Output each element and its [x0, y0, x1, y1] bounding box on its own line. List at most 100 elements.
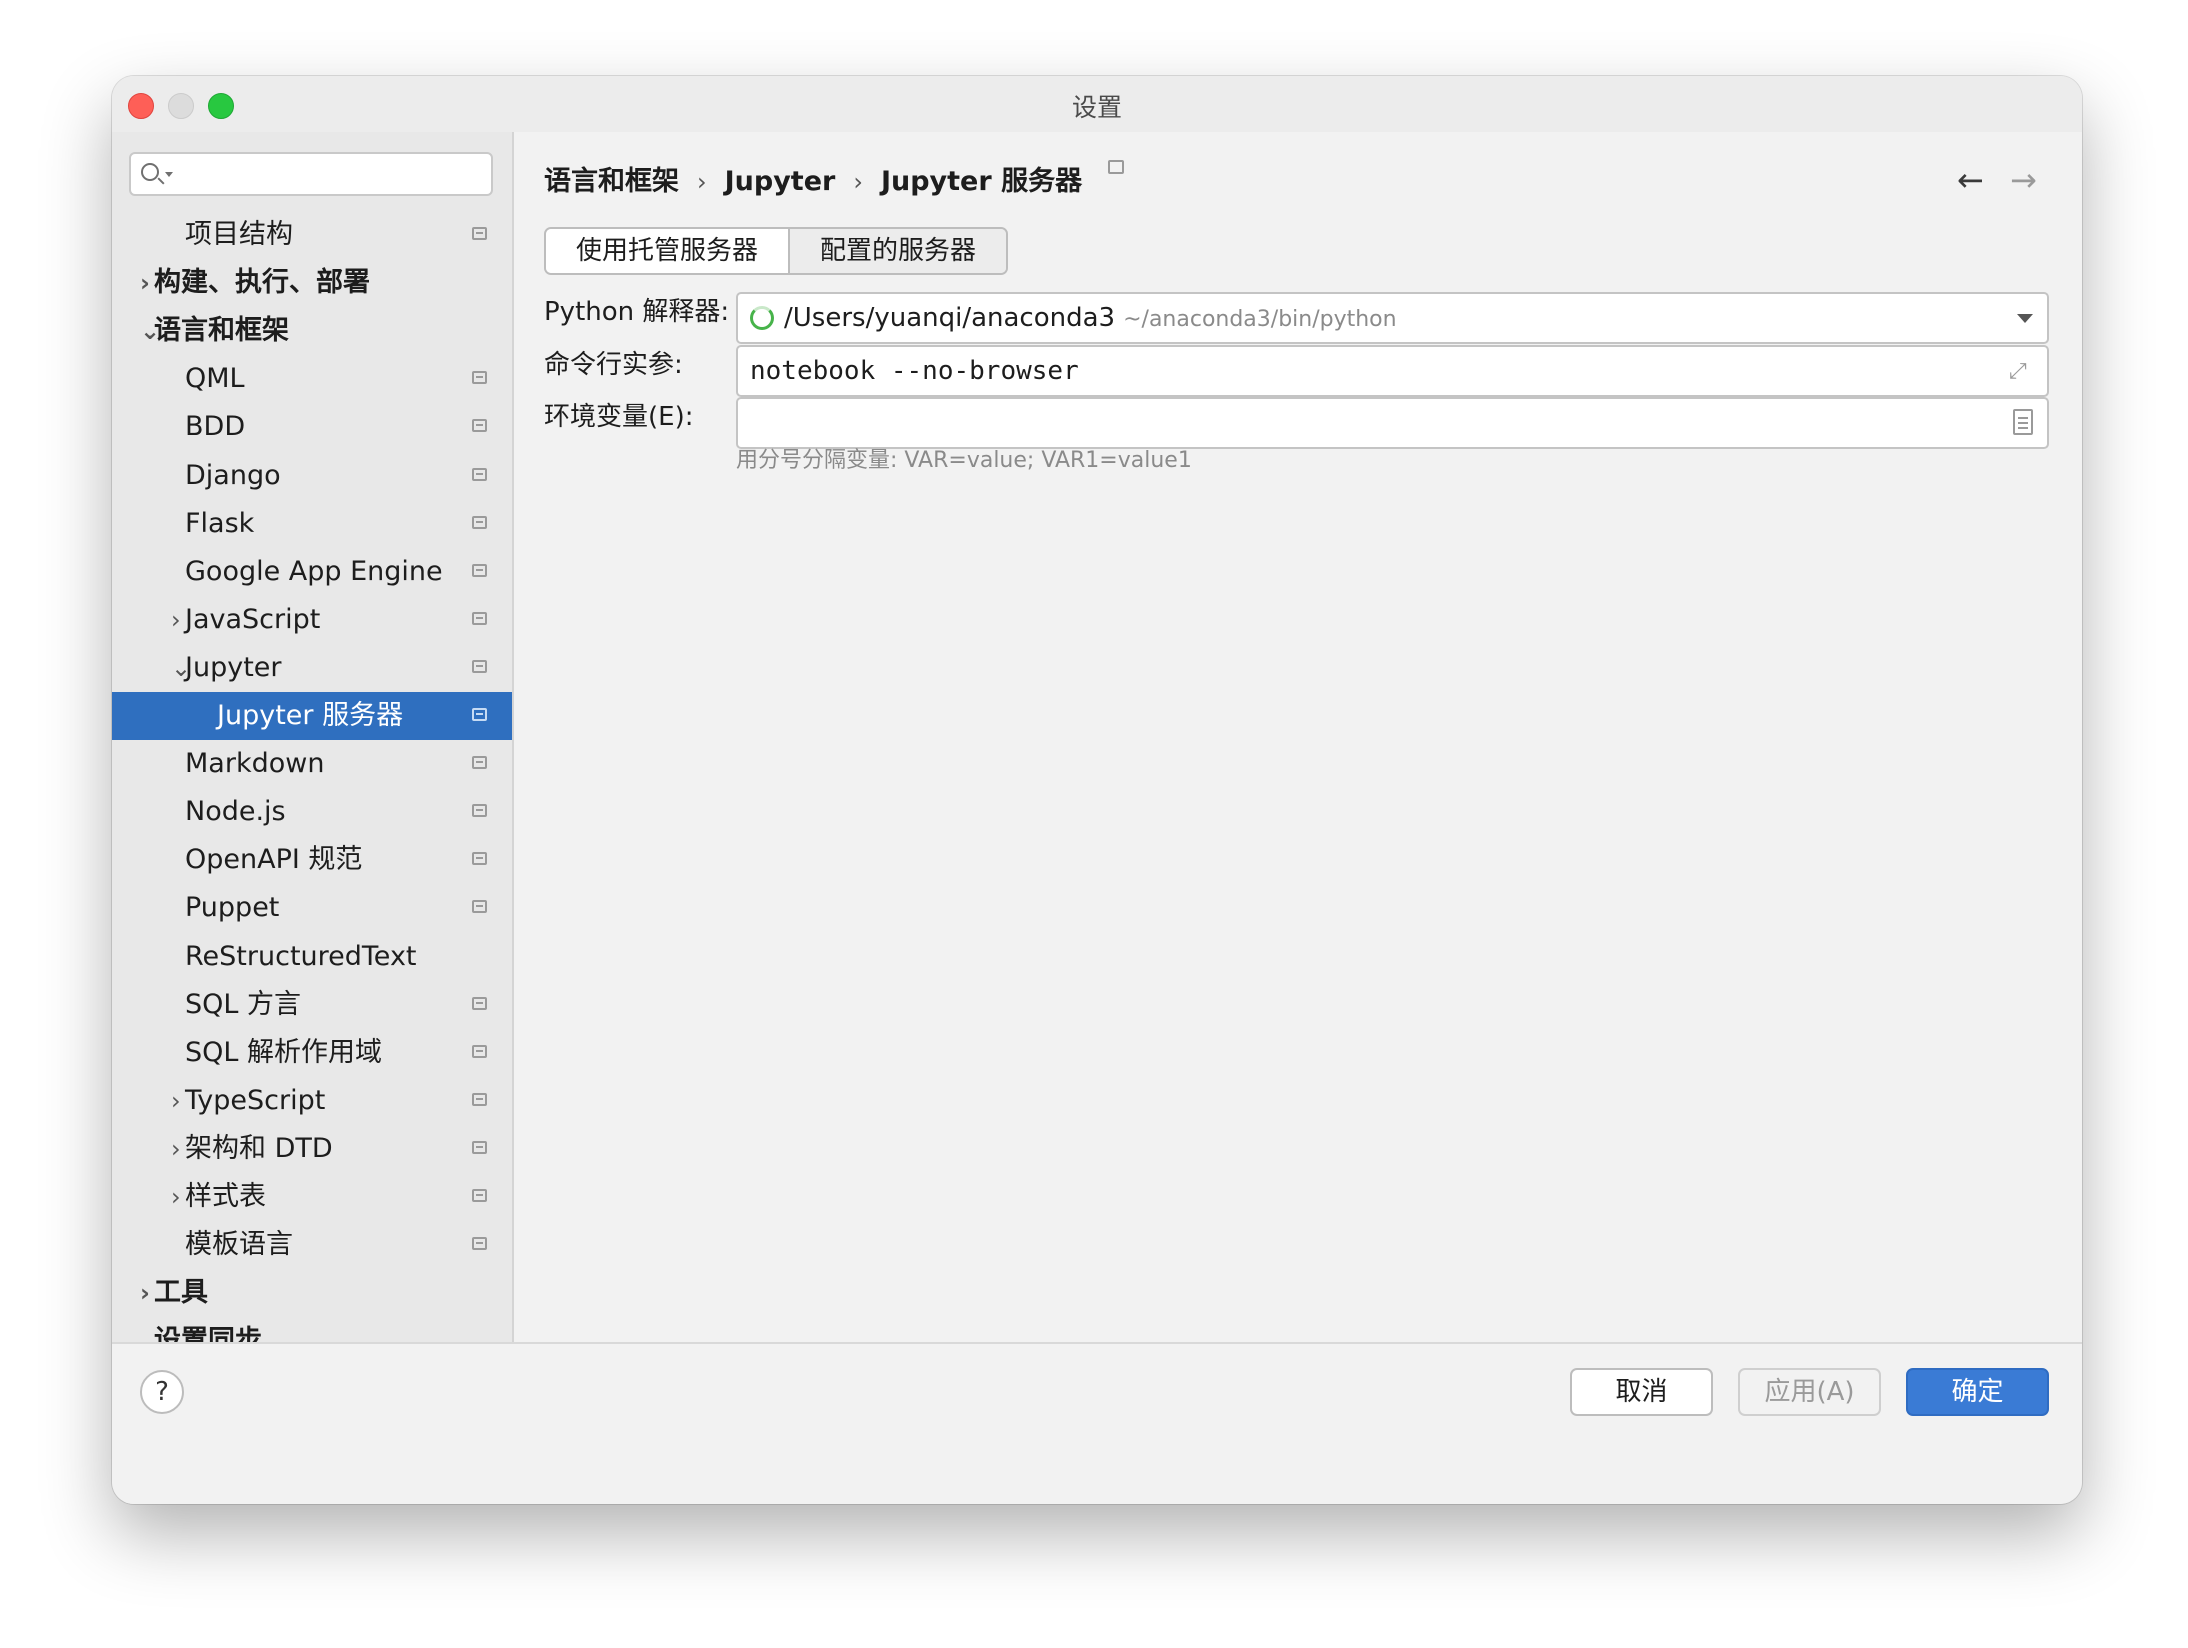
window-title: 设置 — [1071, 93, 1122, 122]
browse-document-icon[interactable] — [2013, 409, 2033, 435]
breadcrumb-separator: › — [853, 168, 863, 196]
sidebar-item-label: Node.js — [185, 796, 286, 828]
project-scope-icon — [472, 756, 487, 770]
chevron-down-icon[interactable] — [2017, 314, 2033, 323]
sidebar-item[interactable]: SQL 解析作用域 — [112, 1029, 512, 1077]
sidebar-item-label: 架构和 DTD — [185, 1132, 333, 1164]
sidebar-item[interactable]: › 构建、执行、部署 — [112, 259, 512, 307]
sidebar-item[interactable]: 项目结构 — [112, 211, 512, 259]
sidebar-item[interactable]: Flask — [112, 500, 512, 548]
project-scope-icon — [472, 515, 487, 529]
python-interpreter-select[interactable]: /Users/yuanqi/anaconda3 ~/anaconda3/bin/p… — [736, 292, 2049, 344]
sidebar-item-label: TypeScript — [185, 1084, 326, 1116]
search-history-dropdown-icon[interactable] — [165, 172, 173, 177]
breadcrumb: 语言和框架 › Jupyter › Jupyter 服务器 — [544, 160, 1125, 202]
project-scope-icon — [472, 1189, 487, 1202]
sidebar-item[interactable]: OpenAPI 规范 — [112, 836, 512, 884]
project-scope-icon — [472, 1092, 487, 1106]
chevron-right-icon[interactable]: › — [171, 596, 181, 644]
sidebar-item[interactable]: ReStructuredText — [112, 933, 512, 981]
sidebar-item-label: Markdown — [185, 748, 325, 780]
sidebar-item[interactable]: 设置同步 — [112, 1317, 512, 1342]
settings-sidebar: 项目结构 › 构建、执行、部署 ⌄ 语言和框架 QML BDD Django Flask Goog… — [112, 132, 514, 1342]
settings-search-input[interactable] — [129, 152, 493, 196]
project-scope-icon — [472, 371, 487, 385]
chevron-right-icon[interactable]: › — [171, 1077, 181, 1125]
back-arrow-icon[interactable]: ← — [1957, 160, 1984, 200]
sidebar-item-label: BDD — [185, 411, 246, 443]
sidebar-item-label: ReStructuredText — [185, 940, 417, 972]
sidebar-item-label: Flask — [185, 507, 255, 539]
sidebar-item-label: SQL 方言 — [185, 988, 302, 1020]
sidebar-item[interactable]: 模板语言 — [112, 1221, 512, 1269]
sidebar-item[interactable]: ⌄ 语言和框架 — [112, 307, 512, 355]
project-scope-icon — [1108, 160, 1125, 174]
sidebar-item[interactable]: QML — [112, 355, 512, 403]
sidebar-item[interactable]: Jupyter 服务器 — [112, 692, 512, 740]
project-scope-icon — [472, 611, 487, 625]
sidebar-item[interactable]: › JavaScript — [112, 596, 512, 644]
args-value: notebook --no-browser — [750, 356, 1079, 386]
breadcrumb-item-jupyter: Jupyter — [724, 166, 836, 197]
project-scope-icon — [472, 1044, 487, 1058]
sidebar-item[interactable]: › 架构和 DTD — [112, 1125, 512, 1173]
sidebar-item[interactable]: › 样式表 — [112, 1173, 512, 1221]
search-icon — [141, 163, 159, 181]
sidebar-item[interactable]: Django — [112, 452, 512, 500]
project-scope-icon — [472, 563, 487, 577]
project-scope-icon — [472, 659, 487, 673]
project-scope-icon — [472, 1140, 487, 1154]
sidebar-item-label: OpenAPI 规范 — [185, 844, 363, 876]
sidebar-item[interactable]: Google App Engine — [112, 548, 512, 596]
command-args-field[interactable]: notebook --no-browser ⤢ — [736, 345, 2049, 397]
chevron-right-icon[interactable]: › — [171, 1125, 181, 1173]
breadcrumb-separator: › — [697, 168, 707, 196]
sidebar-item[interactable]: SQL 方言 — [112, 981, 512, 1029]
title-bar: 设置 — [112, 76, 2082, 132]
sidebar-item-label: 项目结构 — [185, 219, 293, 250]
tab-managed-server[interactable]: 使用托管服务器 — [546, 229, 791, 273]
interpreter-label: Python 解释器: — [544, 297, 730, 327]
expand-icon[interactable]: ⤢ — [2009, 360, 2033, 384]
env-hint: 用分号分隔变量: VAR=value; VAR1=value1 — [736, 448, 1192, 473]
project-scope-icon — [472, 852, 487, 866]
breadcrumb-item-languages: 语言和框架 — [544, 166, 679, 197]
cancel-button[interactable]: 取消 — [1570, 1368, 1713, 1416]
sidebar-item-label: 构建、执行、部署 — [154, 267, 370, 299]
sidebar-item-label: Django — [185, 459, 281, 491]
tab-configured-server[interactable]: 配置的服务器 — [790, 229, 1007, 273]
sidebar-item-label: 工具 — [154, 1277, 208, 1309]
forward-arrow-icon[interactable]: → — [2010, 160, 2037, 200]
chevron-right-icon[interactable]: › — [140, 259, 150, 307]
loading-spinner-icon — [750, 306, 774, 330]
sidebar-item[interactable]: Puppet — [112, 884, 512, 932]
sidebar-item[interactable]: Node.js — [112, 788, 512, 836]
help-button[interactable]: ? — [140, 1370, 184, 1414]
project-scope-icon — [472, 467, 487, 481]
sidebar-item[interactable]: Markdown — [112, 740, 512, 788]
dialog-footer: ? 取消 应用(A) 确定 — [112, 1342, 2082, 1504]
project-scope-icon — [472, 419, 487, 433]
settings-content: 语言和框架 › Jupyter › Jupyter 服务器 ← → 使用托管服务器 配置… — [514, 132, 2082, 1342]
sidebar-item-label: 设置同步 — [154, 1325, 262, 1342]
project-scope-icon — [472, 804, 487, 818]
project-scope-icon — [472, 996, 487, 1010]
project-scope-icon — [472, 708, 487, 721]
project-scope-icon — [472, 1237, 487, 1251]
chevron-right-icon[interactable]: › — [171, 1173, 181, 1221]
sidebar-item-label: Jupyter — [185, 651, 282, 683]
ok-button[interactable]: 确定 — [1906, 1368, 2049, 1416]
interpreter-path: ~/anaconda3/bin/python — [1123, 307, 1397, 332]
sidebar-item-label: QML — [185, 363, 245, 395]
chevron-right-icon[interactable]: › — [140, 1269, 150, 1317]
interpreter-value: /Users/yuanqi/anaconda3 — [784, 303, 1116, 333]
project-scope-icon — [472, 900, 487, 914]
env-label: 环境变量(E): — [544, 402, 694, 432]
sidebar-item[interactable]: BDD — [112, 403, 512, 451]
sidebar-item[interactable]: › 工具 — [112, 1269, 512, 1317]
sidebar-item-label: JavaScript — [185, 603, 321, 635]
apply-button[interactable]: 应用(A) — [1738, 1368, 1881, 1416]
sidebar-item[interactable]: ⌄ Jupyter — [112, 644, 512, 692]
sidebar-item-label: Jupyter 服务器 — [217, 700, 404, 731]
sidebar-item[interactable]: › TypeScript — [112, 1077, 512, 1125]
